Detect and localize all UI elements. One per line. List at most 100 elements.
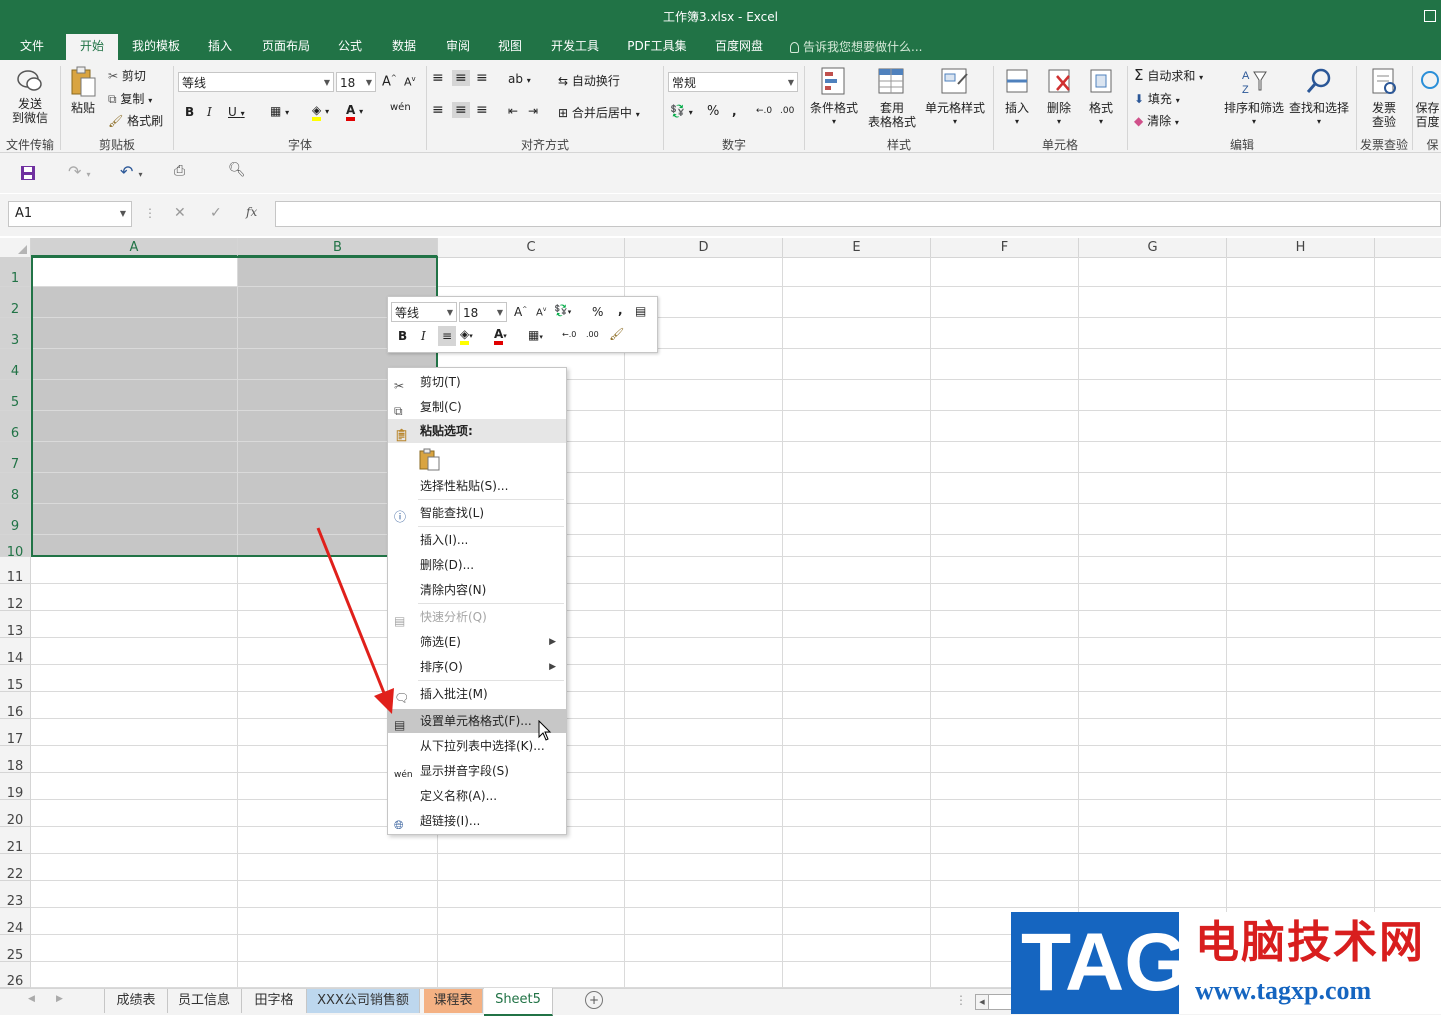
menu-item-copy[interactable]: ⧉ 复制(C) bbox=[388, 395, 566, 419]
border-icon[interactable]: ▦ ▾ bbox=[270, 104, 289, 118]
border-icon[interactable]: ▦▾ bbox=[528, 328, 543, 342]
menu-item-sort[interactable]: 排序(O) ▶ bbox=[388, 655, 566, 679]
italic-button[interactable]: I bbox=[207, 105, 212, 119]
decrease-decimal-icon[interactable]: .00 bbox=[780, 106, 794, 116]
formula-input[interactable] bbox=[275, 201, 1441, 227]
comma-icon[interactable]: , bbox=[732, 104, 737, 118]
tab-view[interactable]: 视图 bbox=[488, 34, 532, 60]
tab-my-templates[interactable]: 我的模板 bbox=[124, 34, 188, 60]
align-bottom-icon[interactable]: ≡ bbox=[476, 70, 488, 86]
row-header-2[interactable]: 2 bbox=[0, 287, 31, 318]
sort-filter-button[interactable]: AZ 排序和筛选 ▾ bbox=[1222, 66, 1286, 129]
column-header-c[interactable]: C bbox=[438, 238, 625, 257]
row-header-4[interactable]: 4 bbox=[0, 349, 31, 380]
menu-item-delete[interactable]: 删除(D)... bbox=[388, 553, 566, 577]
row-header-22[interactable]: 22 bbox=[0, 854, 31, 882]
menu-item-smart-lookup[interactable]: ⓘ 智能查找(L) bbox=[388, 501, 566, 525]
row-header-11[interactable]: 11 bbox=[0, 557, 31, 585]
tab-data[interactable]: 数据 bbox=[382, 34, 426, 60]
redo-icon[interactable]: ↷ ▾ bbox=[68, 162, 91, 181]
align-top-icon[interactable]: ≡ bbox=[432, 70, 444, 86]
menu-item-insert[interactable]: 插入(I)... bbox=[388, 528, 566, 552]
increase-font-icon[interactable]: A^ bbox=[382, 74, 397, 89]
insert-cells-button[interactable]: 插入 ▾ bbox=[998, 66, 1036, 129]
row-header-18[interactable]: 18 bbox=[0, 746, 31, 774]
font-size-combo[interactable]: 18 ▼ bbox=[336, 72, 376, 92]
row-header-19[interactable]: 19 bbox=[0, 773, 31, 801]
sheet-tab-schedule[interactable]: 课程表 bbox=[424, 989, 483, 1013]
tab-pdf-tools[interactable]: PDF工具集 bbox=[618, 34, 696, 60]
enter-icon[interactable]: ✓ bbox=[210, 205, 222, 221]
find-select-button[interactable]: 查找和选择 ▾ bbox=[1286, 66, 1352, 129]
row-header-7[interactable]: 7 bbox=[0, 442, 31, 473]
column-header-g[interactable]: G bbox=[1079, 238, 1227, 257]
cancel-icon[interactable]: ✕ bbox=[174, 205, 186, 221]
column-header-h[interactable]: H bbox=[1227, 238, 1375, 257]
tab-developer[interactable]: 开发工具 bbox=[542, 34, 608, 60]
undo-icon[interactable]: ↶ ▾ bbox=[120, 162, 143, 181]
hscroll-left-icon[interactable]: ◀ bbox=[975, 994, 989, 1010]
add-sheet-icon[interactable]: + bbox=[585, 991, 603, 1009]
copy-button[interactable]: ⧉ 复制 ▾ bbox=[108, 90, 152, 107]
currency-icon[interactable]: 💱 ▾ bbox=[670, 104, 693, 118]
menu-item-insert-comment[interactable]: 🗨︎ 插入批注(M) bbox=[388, 682, 566, 706]
phonetic-icon[interactable]: wén bbox=[390, 102, 411, 113]
percent-icon[interactable]: % bbox=[707, 104, 719, 119]
tab-review[interactable]: 审阅 bbox=[436, 34, 480, 60]
row-header-21[interactable]: 21 bbox=[0, 827, 31, 855]
column-header-d[interactable]: D bbox=[625, 238, 783, 257]
select-all-corner[interactable] bbox=[0, 238, 31, 257]
format-painter-icon[interactable]: 🖌 bbox=[609, 327, 624, 341]
row-header-1[interactable]: 1 bbox=[0, 257, 31, 287]
decrease-font-icon[interactable]: Av bbox=[404, 75, 416, 89]
menu-item-filter[interactable]: 筛选(E) ▶ bbox=[388, 630, 566, 654]
menu-item-define-name[interactable]: 定义名称(A)... bbox=[388, 784, 566, 808]
fill-color-icon[interactable]: ◈ ▾ bbox=[312, 103, 329, 121]
row-header-6[interactable]: 6 bbox=[0, 411, 31, 442]
orientation-icon[interactable]: ab ▾ bbox=[508, 72, 531, 86]
row-header-10[interactable]: 10 bbox=[0, 535, 31, 560]
align-center-icon[interactable]: ≡ bbox=[452, 102, 470, 118]
conditional-format-button[interactable]: 条件格式 ▾ bbox=[806, 66, 862, 129]
tab-insert[interactable]: 插入 bbox=[198, 34, 242, 60]
delete-cells-button[interactable]: 删除 ▾ bbox=[1040, 66, 1078, 129]
paste-option-icon[interactable] bbox=[418, 448, 442, 472]
bold-button[interactable]: B bbox=[185, 105, 194, 119]
sheet-tab-employees[interactable]: 员工信息 bbox=[167, 989, 242, 1013]
clear-button[interactable]: ◆ 清除 ▾ bbox=[1134, 112, 1179, 129]
tab-baidu-netdisk[interactable]: 百度网盘 bbox=[704, 34, 774, 60]
menu-item-show-phonetic[interactable]: wén 显示拼音字段(S) bbox=[388, 759, 566, 783]
format-painter-button[interactable]: 🖌 格式刷 bbox=[108, 112, 163, 129]
invoice-check-button[interactable]: 发票 查验 bbox=[1360, 66, 1408, 129]
column-header-f[interactable]: F bbox=[931, 238, 1079, 257]
row-header-9[interactable]: 9 bbox=[0, 504, 31, 535]
tab-home[interactable]: 开始 bbox=[66, 34, 118, 60]
underline-button[interactable]: U ▾ bbox=[228, 105, 245, 119]
send-to-wechat-button[interactable]: 发送 到微信 bbox=[6, 68, 54, 125]
sheet-tab-sheet5[interactable]: Sheet5 bbox=[484, 988, 553, 1016]
cut-button[interactable]: ✂ 剪切 bbox=[108, 67, 146, 84]
wrap-text-button[interactable]: ⇆ 自动换行 bbox=[558, 72, 620, 89]
format-as-table-button[interactable]: 套用 表格格式 bbox=[862, 66, 922, 129]
tab-file[interactable]: 文件 bbox=[8, 34, 56, 60]
merge-center-button[interactable]: ⊞ 合并后居中 ▾ bbox=[558, 104, 640, 121]
menu-item-hyperlink[interactable]: 🌐︎ 超链接(I)... bbox=[388, 809, 566, 833]
chevron-down-icon[interactable]: ▼ bbox=[120, 202, 126, 226]
tell-me-search[interactable]: 告诉我您想要做什么... bbox=[790, 38, 922, 55]
row-header-23[interactable]: 23 bbox=[0, 881, 31, 909]
scroll-right-icon[interactable]: ▶ bbox=[56, 994, 63, 1004]
preview-magnifier-icon[interactable]: 🔍︎ bbox=[228, 162, 246, 178]
print-preview-icon[interactable]: ⎙ bbox=[174, 163, 185, 179]
menu-item-quick-analysis[interactable]: ▤ 快速分析(Q) bbox=[388, 605, 566, 629]
increase-decimal-icon[interactable]: ←.0 bbox=[562, 330, 576, 339]
menu-item-cut[interactable]: ✂ 剪切(T) bbox=[388, 370, 566, 394]
decrease-decimal-icon[interactable]: .00 bbox=[586, 330, 599, 339]
cell-styles-button[interactable]: 单元格样式 ▾ bbox=[922, 66, 988, 129]
menu-item-clear-contents[interactable]: 清除内容(N) bbox=[388, 578, 566, 602]
row-header-8[interactable]: 8 bbox=[0, 473, 31, 504]
percent-icon[interactable]: % bbox=[592, 305, 603, 319]
italic-button[interactable]: I bbox=[421, 329, 426, 343]
scroll-left-icon[interactable]: ◀ bbox=[28, 994, 35, 1004]
format-table-icon[interactable]: ▤ bbox=[635, 304, 646, 318]
sheet-tab-grid[interactable]: 田字格 bbox=[242, 989, 307, 1013]
